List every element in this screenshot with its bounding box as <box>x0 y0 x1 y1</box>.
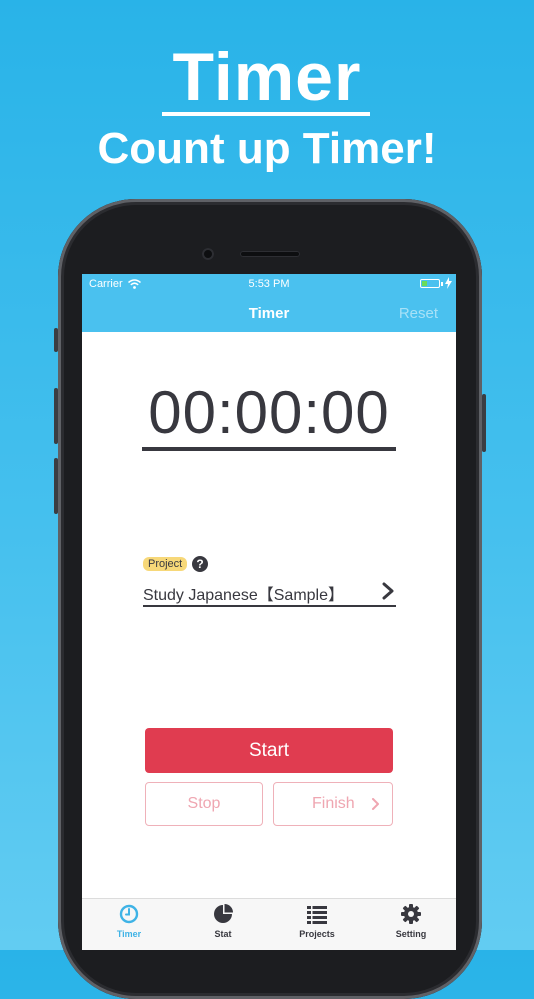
volume-down-button <box>54 458 58 514</box>
promo-subtitle: Count up Timer! <box>97 124 437 173</box>
front-camera <box>202 248 214 260</box>
tab-label: Projects <box>299 929 335 939</box>
finish-button[interactable]: Finish <box>273 782 393 826</box>
battery-tip <box>441 282 443 286</box>
start-button[interactable]: Start <box>145 728 393 773</box>
timer-display: 00:00:00 <box>148 379 390 446</box>
clock-icon <box>119 904 139 924</box>
mute-switch <box>54 328 58 352</box>
finish-label: Finish <box>312 795 355 812</box>
tab-label: Timer <box>116 929 142 939</box>
tab-projects[interactable]: Projects <box>270 899 364 950</box>
pie-chart-icon <box>214 904 233 923</box>
battery-icon <box>420 279 440 288</box>
tab-stat[interactable]: Stat <box>176 899 270 950</box>
earpiece-speaker <box>240 251 300 257</box>
app-screen: Carrier 5:53 PM Timer Reset 00:00:00 Pro… <box>82 274 456 950</box>
tab-timer[interactable]: Timer <box>82 899 176 950</box>
project-badge: Project <box>143 557 188 571</box>
tab-setting[interactable]: Setting <box>364 899 456 950</box>
gear-icon <box>401 904 421 924</box>
charging-bolt-icon <box>445 277 452 289</box>
tab-label: Setting <box>395 929 427 939</box>
project-name: Study Japanese【Sample】 <box>143 587 345 604</box>
navigation-bar: Carrier 5:53 PM Timer Reset <box>82 274 456 332</box>
tab-label: Stat <box>214 929 232 939</box>
chevron-right-icon <box>372 798 379 810</box>
timer-underline <box>142 447 396 451</box>
stop-button[interactable]: Stop <box>145 782 263 826</box>
reset-button[interactable]: Reset <box>399 305 438 322</box>
promo-title: Timer <box>172 39 362 115</box>
project-selector[interactable]: Study Japanese【Sample】 <box>143 580 396 608</box>
chevron-right-icon <box>382 582 394 600</box>
promo-title-underline <box>162 112 370 116</box>
status-time: 5:53 PM <box>248 278 290 290</box>
help-icon[interactable]: ? <box>192 556 208 572</box>
power-button <box>482 394 486 452</box>
volume-up-button <box>54 388 58 444</box>
tab-bar: Timer Stat Projects Setting <box>82 898 456 950</box>
list-icon <box>307 906 327 924</box>
project-underline <box>143 605 396 607</box>
